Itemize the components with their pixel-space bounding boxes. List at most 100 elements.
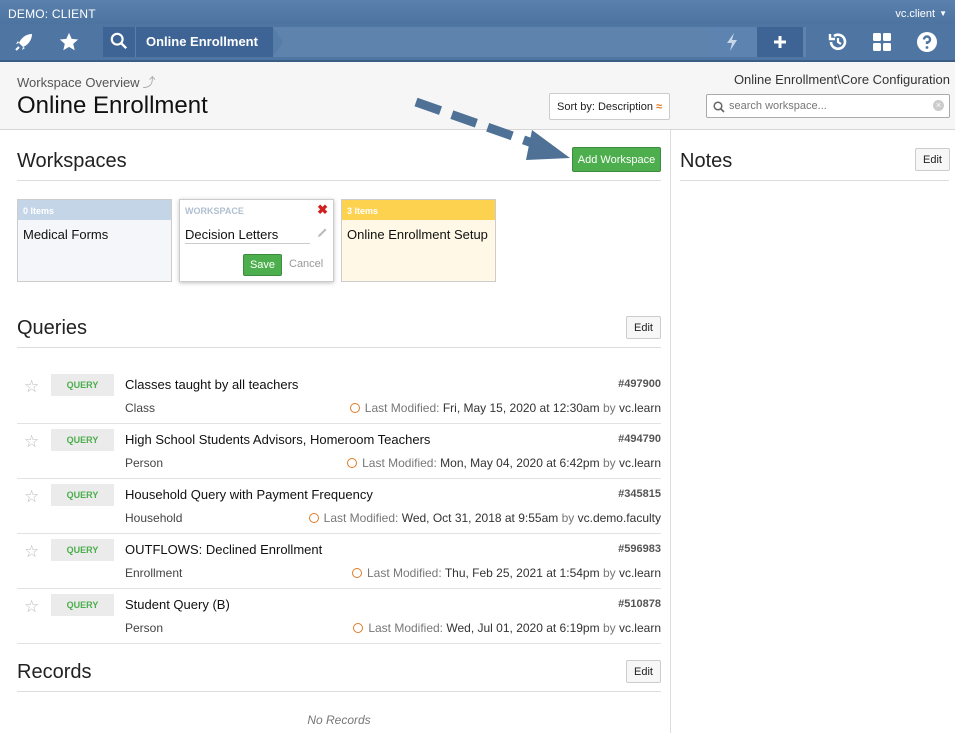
query-id: #345815 [618,488,661,500]
records-title: Records [17,661,92,683]
plus-icon[interactable] [757,27,803,57]
favorite-star-icon[interactable]: ☆ [24,597,39,617]
breadcrumb-label: Online Enrollment [146,34,258,49]
modified-prefix: Last Modified: [366,566,442,580]
breadcrumb[interactable]: Online Enrollment [103,27,283,57]
workspace-card-medical-forms[interactable]: 0 Items Medical Forms [17,199,172,282]
last-modified: Last Modified: Wed, Oct 31, 2018 at 9:55… [308,511,661,525]
workspace-editor-card: WORKSPACE ✖ Save Cancel [179,199,334,282]
modified-date: Wed, Jul 01, 2020 at 6:19pm [446,621,600,635]
search-icon[interactable] [110,32,128,55]
card-item-count: 0 Items [18,200,171,220]
query-row[interactable]: ☆ QUERY High School Students Advisors, Hom… [17,424,661,479]
query-type: Person [125,456,164,470]
favorite-star-icon[interactable]: ☆ [24,487,39,507]
modified-by: by [602,621,616,635]
search-workspace-box: × [706,94,950,118]
workspace-path: Online Enrollment\Core Configuration [733,72,950,87]
client-name: DEMO: CLIENT [8,7,96,21]
modified-by: by [602,456,616,470]
modified-user: vc.learn [618,566,661,580]
pencil-icon[interactable] [316,226,328,244]
card-name: Online Enrollment Setup [347,227,488,242]
crumb-workspace-overview[interactable]: Workspace Overview ⤴ [17,72,156,91]
star-icon[interactable] [53,26,85,58]
modified-date: Wed, Oct 31, 2018 at 9:55am [401,511,559,525]
clock-icon [308,513,319,523]
workspace-label: WORKSPACE [185,206,244,216]
query-row[interactable]: ☆ QUERY Household Query with Payment Frequ… [17,479,661,534]
card-name: Medical Forms [23,227,109,242]
query-badge: QUERY [51,374,114,396]
divider [17,691,661,692]
modified-prefix: Last Modified: [364,401,440,415]
query-title-link[interactable]: OUTFLOWS: Declined Enrollment [125,542,322,557]
query-type: Household [125,511,183,525]
modified-prefix: Last Modified: [362,456,437,470]
last-modified: Last Modified: Thu, Feb 25, 2021 at 1:54… [351,566,661,580]
dashboard-grid-icon[interactable] [866,26,898,58]
query-row[interactable]: ☆ QUERY Classes taught by all teachers Clas… [17,369,661,424]
help-icon[interactable] [911,26,943,58]
rocket-icon[interactable] [8,26,40,58]
modified-user: vc.learn [618,401,661,415]
query-id: #494790 [618,433,661,445]
modified-prefix: Last Modified: [368,621,444,635]
modified-date: Mon, May 04, 2020 at 6:42pm [440,456,600,470]
queries-edit-button[interactable]: Edit [626,316,661,339]
query-badge: QUERY [51,539,114,561]
notes-edit-button[interactable]: Edit [915,148,950,171]
lightning-icon[interactable] [709,27,755,57]
clock-icon [349,403,360,413]
query-title-link[interactable]: Household Query with Payment Frequency [125,487,373,502]
favorite-star-icon[interactable]: ☆ [24,377,39,397]
workspace-card-online-enrollment-setup[interactable]: 3 Items Online Enrollment Setup [341,199,496,282]
modified-by: by [561,511,575,525]
records-edit-button[interactable]: Edit [626,660,661,683]
workspace-name-input[interactable] [185,226,310,244]
query-id: #596983 [618,543,661,555]
top-navigation-bar: DEMO: CLIENT vc.client ▼ Online Enrollmen… [0,0,955,62]
modified-user: vc.learn [618,621,661,635]
modified-prefix: Last Modified: [323,511,399,525]
add-workspace-button[interactable]: Add Workspace [572,147,661,172]
no-records-message: No Records [307,713,371,727]
query-row[interactable]: ☆ QUERY OUTFLOWS: Declined Enrollment Enrol… [17,534,661,589]
search-icon [713,100,725,118]
modified-by: by [602,401,616,415]
divider [680,180,949,181]
crumb-label: Workspace Overview [17,75,140,90]
card-item-count: 3 Items [342,200,495,220]
cancel-button[interactable]: Cancel [289,258,323,270]
save-button[interactable]: Save [243,254,282,276]
query-title-link[interactable]: High School Students Advisors, Homeroom … [125,432,430,447]
divider [17,347,661,348]
query-row[interactable]: ☆ QUERY Student Query (B) Person #510878 Last… [17,589,661,644]
dashed-arrow-annotation [414,97,570,160]
modified-date: Fri, May 15, 2020 at 12:30am [442,401,600,415]
search-workspace-input[interactable] [729,98,929,114]
user-menu[interactable]: vc.client ▼ [895,8,947,20]
query-title-link[interactable]: Student Query (B) [125,597,230,612]
favorite-star-icon[interactable]: ☆ [24,542,39,562]
query-id: #497900 [618,378,661,390]
modified-user: vc.demo.faculty [577,511,661,525]
query-type: Person [125,621,164,635]
top-strip [0,0,955,24]
query-id: #510878 [618,598,661,610]
clock-icon [353,623,364,633]
history-icon[interactable] [822,26,854,58]
up-arrow-icon: ⤴ [142,75,156,90]
last-modified: Last Modified: Wed, Jul 01, 2020 at 6:19… [353,621,661,635]
column-divider [670,130,671,733]
modified-date: Thu, Feb 25, 2021 at 1:54pm [444,566,600,580]
clear-search-icon[interactable]: × [933,100,944,111]
query-badge: QUERY [51,484,114,506]
notes-title: Notes [680,150,733,172]
modified-by: by [602,566,616,580]
query-title-link[interactable]: Classes taught by all teachers [125,377,298,392]
favorite-star-icon[interactable]: ☆ [24,432,39,452]
close-icon[interactable]: ✖ [317,202,328,218]
last-modified: Last Modified: Mon, May 04, 2020 at 6:42… [347,456,661,470]
modified-user: vc.learn [618,456,661,470]
